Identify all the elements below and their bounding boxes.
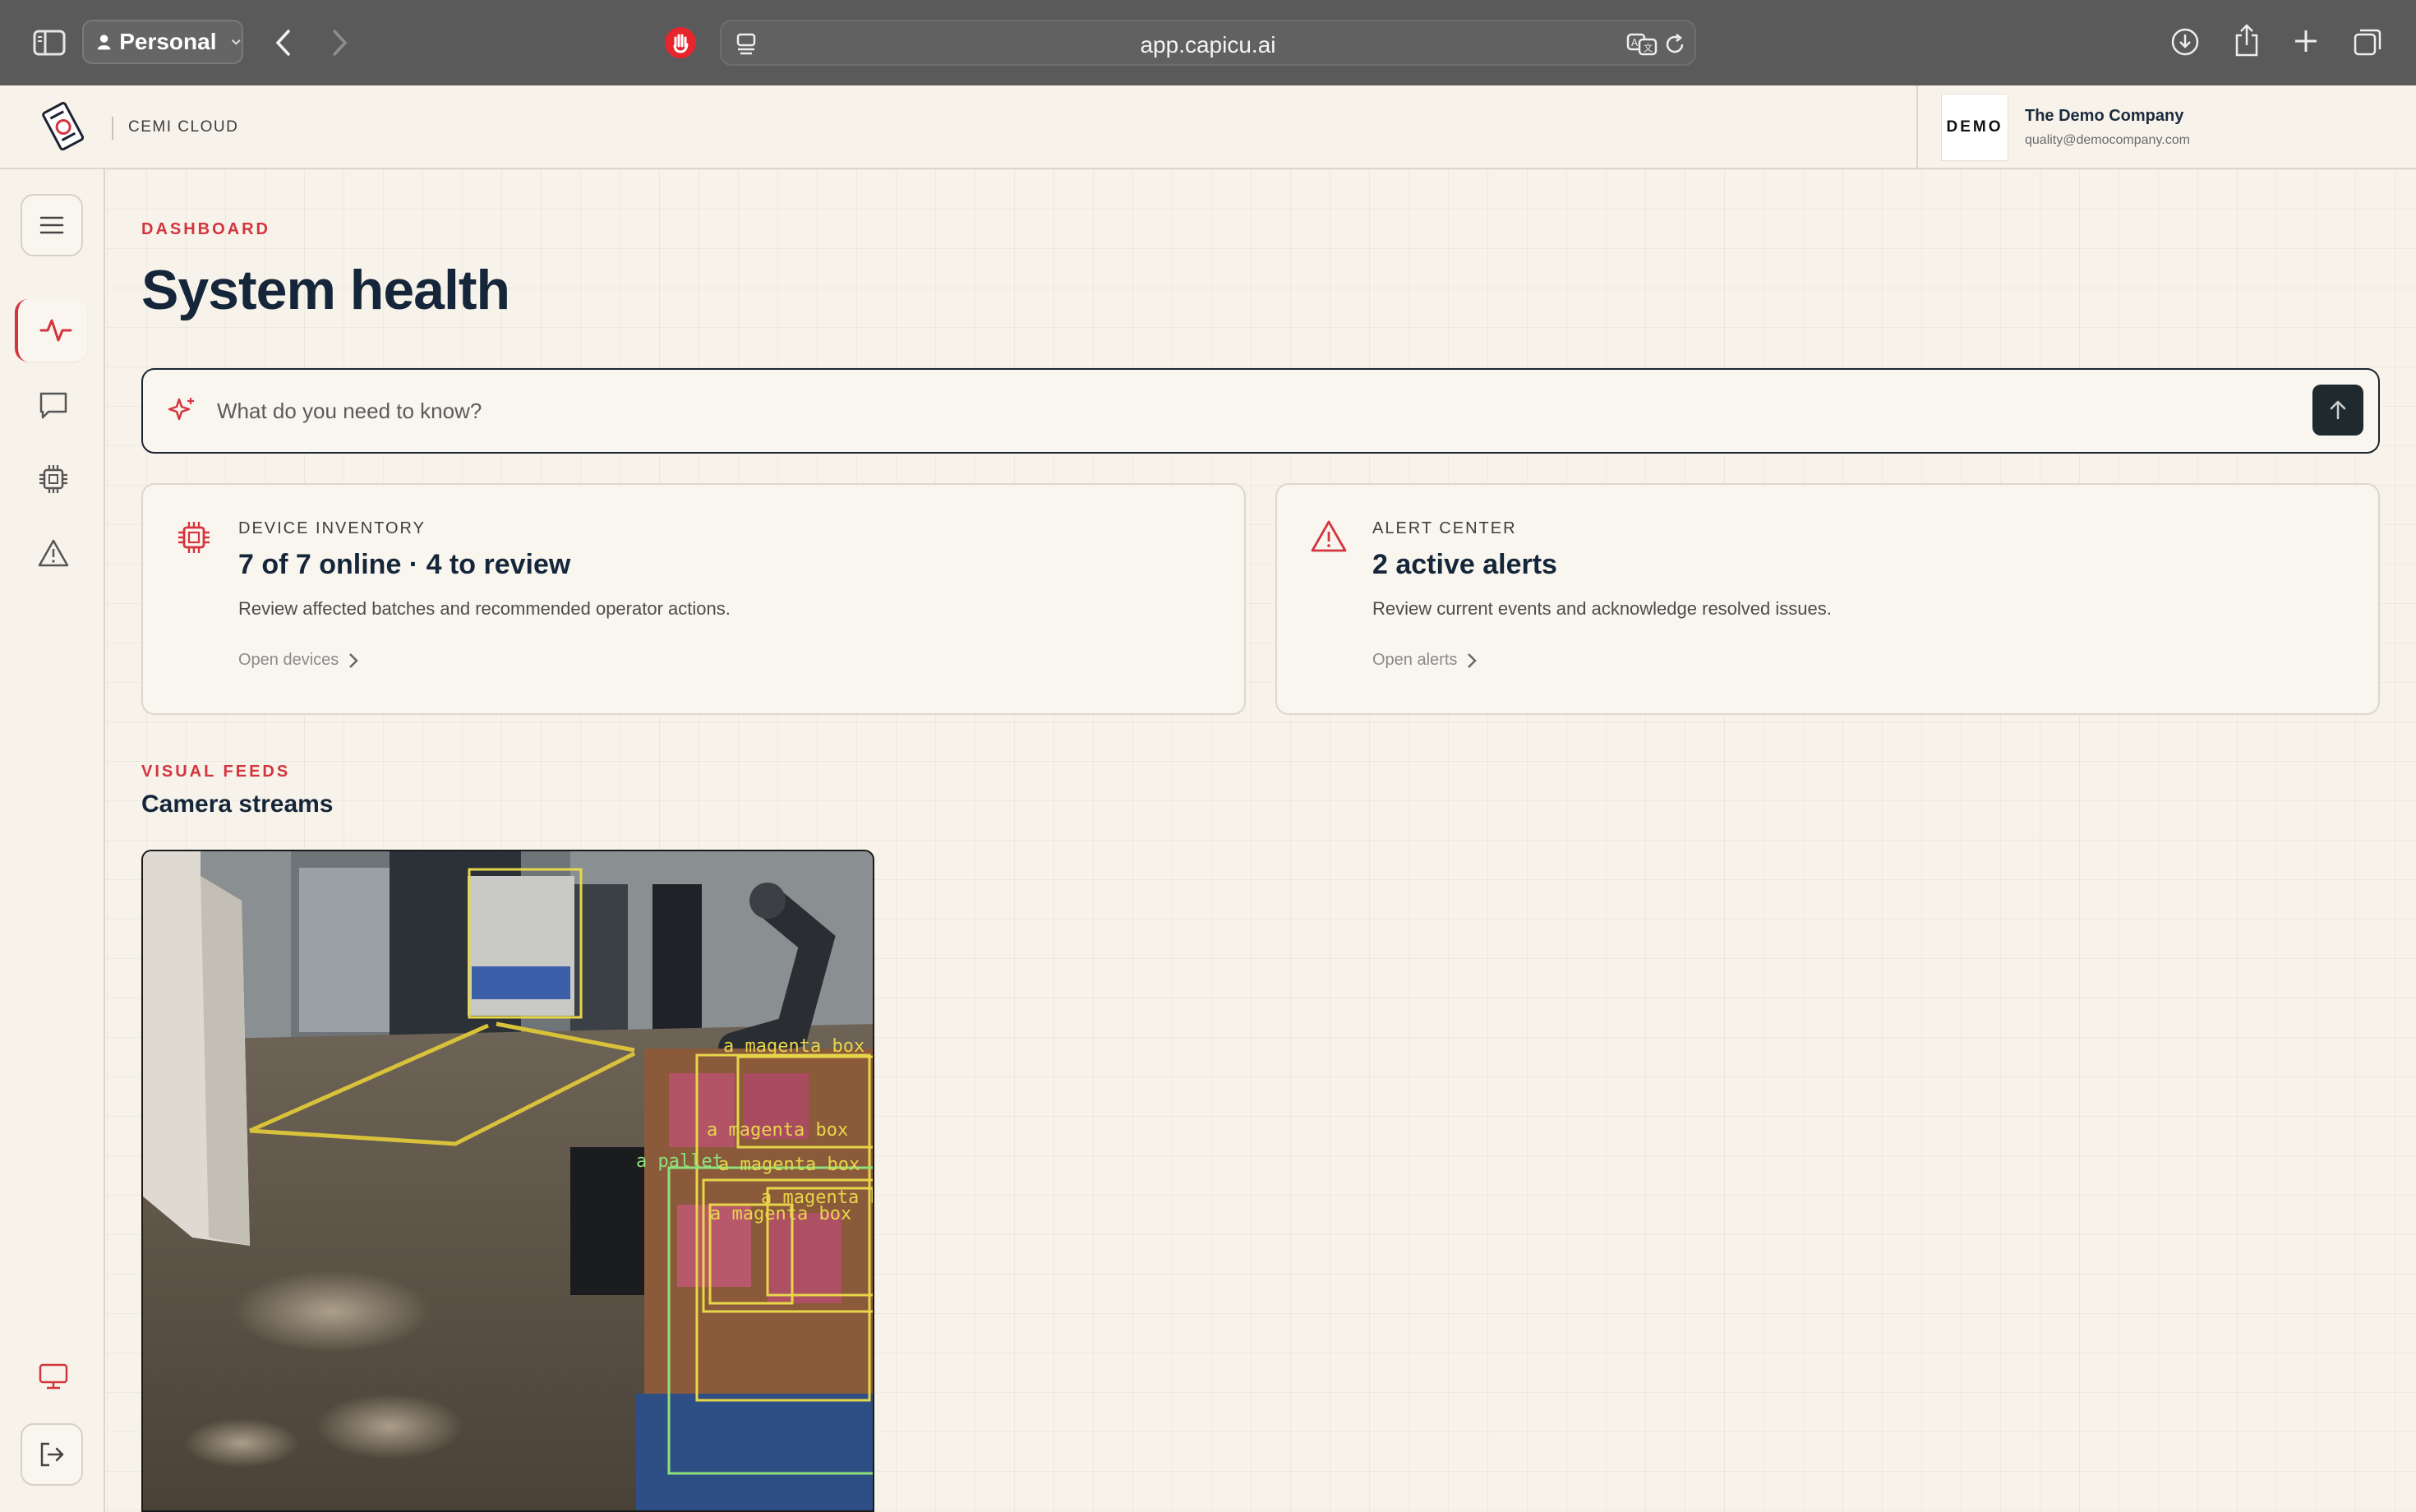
forward-icon[interactable] [324,23,357,62]
card-headline: 7 of 7 online · 4 to review [238,549,571,580]
send-button[interactable] [2312,385,2363,436]
blocker-extension-icon[interactable] [662,25,699,61]
menu-icon [39,216,64,234]
company-name: The Demo Company [2025,107,2184,125]
page-title: System health [141,259,510,321]
logout-icon [40,1442,64,1467]
sidebar-item-alerts[interactable] [33,532,74,574]
arrow-up-icon [2330,400,2346,420]
address-bar[interactable]: app.capicu.ai A文 [720,20,1696,66]
detection-label: a pallet [636,1151,723,1172]
activity-icon [39,319,72,342]
device-inventory-card[interactable]: DEVICE INVENTORY 7 of 7 online · 4 to re… [141,483,1246,715]
ask-input[interactable] [217,393,2189,429]
share-icon[interactable] [2230,21,2263,59]
warning-icon [38,539,69,567]
chevron-down-icon [232,39,242,45]
profile-button[interactable]: Personal [82,20,243,64]
warning-icon [1311,520,1347,552]
main-content: DASHBOARD System health DEVICE INVENTORY… [107,169,2416,1512]
app-logo-icon[interactable] [38,100,90,153]
logout-button[interactable] [21,1423,83,1486]
card-description: Review current events and acknowledge re… [1372,598,1832,619]
card-kicker: DEVICE INVENTORY [238,519,426,537]
sidebar [0,169,105,1512]
browser-toolbar: Personal app.capicu.ai A文 [0,0,2416,85]
chevron-right-icon [349,652,359,668]
camera-frame: a magenta box a magenta box a pallet a m… [143,851,873,1510]
url-text: app.capicu.ai [1140,32,1276,58]
sidebar-toggle-icon[interactable] [30,25,69,61]
chip-icon [39,465,67,493]
alert-center-card[interactable]: ALERT CENTER 2 active alerts Review curr… [1275,483,2380,715]
menu-button[interactable] [21,194,83,256]
back-icon[interactable] [266,23,299,62]
svg-text:A: A [1631,37,1639,48]
detection-label: a magenta box [710,1204,851,1224]
visual-feeds-eyebrow: VISUAL FEEDS [141,763,291,781]
new-tab-icon[interactable] [2289,25,2322,58]
chat-icon [39,392,67,419]
sidebar-item-devices[interactable] [33,459,74,500]
detection-label: a magenta box [718,1155,860,1175]
card-kicker: ALERT CENTER [1372,519,1517,537]
sidebar-item-health[interactable] [15,299,87,362]
link-label: Open alerts [1372,651,1458,669]
detection-label: a magenta box [723,1036,865,1057]
profile-label: Personal [119,29,217,54]
open-devices-link[interactable]: Open devices [238,651,359,670]
svg-text:文: 文 [1644,42,1653,53]
open-alerts-link[interactable]: Open alerts [1372,651,1478,670]
tab-overview-icon[interactable] [2350,25,2385,59]
monitor-icon [39,1363,68,1390]
ask-bar [141,368,2380,454]
person-icon [97,35,111,50]
card-headline: 2 active alerts [1372,549,1557,580]
detection-label: a magenta box [707,1120,848,1141]
reload-icon[interactable] [1663,31,1688,58]
chip-icon [178,522,210,553]
sidebar-item-chat[interactable] [33,385,74,426]
brand-divider [112,117,113,140]
company-logo: DEMO [1941,94,2008,161]
account-menu[interactable]: DEMO The Demo Company quality@democompan… [1916,85,2416,169]
sparkle-icon [168,398,194,421]
card-description: Review affected batches and recommended … [238,598,731,619]
brand-label: CEMI CLOUD [128,118,239,136]
camera-stream[interactable]: a magenta box a magenta box a pallet a m… [141,850,874,1512]
translate-icon[interactable]: A文 [1625,30,1658,58]
downloads-icon[interactable] [2168,25,2202,59]
section-title: Camera streams [141,791,334,818]
chevron-right-icon [1468,652,1478,668]
account-email: quality@democompany.com [2025,133,2190,147]
sidebar-item-display[interactable] [33,1356,74,1397]
link-label: Open devices [238,651,339,669]
dashboard-eyebrow: DASHBOARD [141,220,270,238]
